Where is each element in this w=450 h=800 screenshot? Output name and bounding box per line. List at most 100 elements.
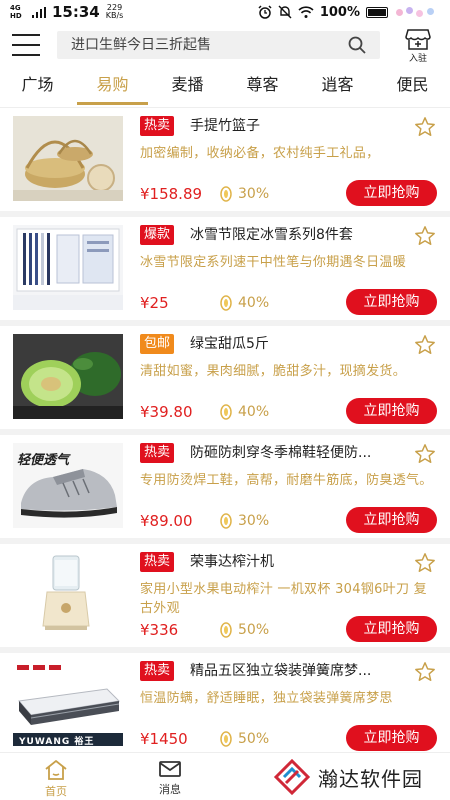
product-badge: 热卖 [140, 661, 175, 681]
nav-home-label: 首页 [45, 785, 67, 798]
store-icon [405, 29, 431, 50]
battery-icon [366, 6, 388, 18]
product-badge: 包邮 [140, 334, 175, 354]
favorite-star-icon[interactable] [414, 334, 436, 356]
product-badge: 爆款 [140, 225, 175, 245]
product-item[interactable]: 热卖 荣事达榨汁机 家用小型水果电动榨汁 一机双杯 304钢6叶刀 复古外观 ¥… [0, 544, 450, 653]
product-item[interactable]: 轻便透气 热卖 防砸防刺穿冬季棉鞋轻便防... 专用防烫焊工鞋，高帮，耐磨牛筋底… [0, 435, 450, 544]
product-rate: 40% [220, 402, 269, 422]
product-price: ¥39.80 [140, 403, 193, 421]
product-title[interactable]: 手提竹篮子 [190, 115, 412, 137]
product-title[interactable]: 荣事达榨汁机 [190, 551, 412, 573]
product-item[interactable]: YUWANG 裕王 热卖 精品五区独立袋装弹簧席梦... 恒温防螨，舒适睡眠，独… [0, 653, 450, 762]
product-image-caption: YUWANG 裕王 [19, 737, 95, 746]
top-header: 入驻 [0, 24, 450, 68]
product-title[interactable]: 冰雪节限定冰雪系列8件套 [190, 224, 412, 246]
product-list: 热卖 手提竹篮子 加密编制，收纳必备，农村纯手工礼品， ¥158.89 30% … [0, 108, 450, 762]
product-title[interactable]: 精品五区独立袋装弹簧席梦... [190, 660, 412, 682]
favorite-star-icon[interactable] [414, 225, 436, 247]
coin-icon [220, 295, 232, 311]
product-item[interactable]: 热卖 手提竹篮子 加密编制，收纳必备，农村纯手工礼品， ¥158.89 30% … [0, 108, 450, 217]
product-rate: 50% [220, 620, 269, 640]
product-rate: 40% [220, 293, 269, 313]
alarm-icon [258, 5, 272, 19]
product-badge: 热卖 [140, 116, 175, 136]
product-rate-value: 50% [238, 731, 270, 747]
search-bar[interactable] [57, 31, 380, 59]
product-price: ¥25 [140, 294, 169, 312]
product-price: ¥158.89 [140, 185, 203, 203]
watermark-logo-icon [273, 758, 311, 796]
product-badge: 热卖 [140, 443, 175, 463]
product-image-mattress[interactable]: YUWANG 裕王 [13, 661, 123, 746]
product-rate-value: 30% [238, 186, 270, 202]
favorite-star-icon[interactable] [414, 552, 436, 574]
product-image-bamboo-basket[interactable] [13, 116, 123, 201]
favorite-star-icon[interactable] [414, 661, 436, 683]
product-badge: 热卖 [140, 552, 175, 572]
product-description: 专用防烫焊工鞋，高帮，耐磨牛筋底，防臭透气。 [140, 473, 433, 488]
status-bar: 4G HD 15:34 229 KB/s 100% [0, 0, 450, 24]
tab-square[interactable]: 广场 [0, 68, 75, 107]
watermark: 瀚达软件园 [272, 753, 450, 800]
product-title[interactable]: 绿宝甜瓜5斤 [190, 333, 412, 355]
buy-now-button[interactable]: 立即抢购 [346, 289, 437, 315]
signal-icon [32, 6, 46, 18]
product-price: ¥336 [140, 621, 179, 639]
product-image-pen-set[interactable] [13, 225, 123, 310]
product-image-melon[interactable] [13, 334, 123, 419]
product-rate-value: 40% [238, 404, 270, 420]
network-type: 4G HD [10, 4, 22, 20]
search-icon[interactable] [348, 36, 366, 54]
envelope-icon [159, 761, 181, 777]
coin-icon [220, 186, 232, 202]
app-screen: 4G HD 15:34 229 KB/s 100% 进口生鲜今日三折起售 入驻 … [0, 0, 450, 800]
product-price: ¥1450 [140, 730, 188, 748]
product-rate-value: 40% [238, 295, 270, 311]
tab-travel[interactable]: 逍客 [300, 68, 375, 107]
product-image-safety-shoe[interactable]: 轻便透气 [13, 443, 123, 528]
watermark-text: 瀚达软件园 [318, 766, 423, 791]
speed-unit: KB/s [105, 11, 124, 20]
buy-now-button[interactable]: 立即抢购 [346, 725, 437, 751]
product-title[interactable]: 防砸防刺穿冬季棉鞋轻便防... [190, 442, 412, 464]
tab-vip[interactable]: 尊客 [225, 68, 300, 107]
favorite-star-icon[interactable] [414, 116, 436, 138]
product-item[interactable]: 包邮 绿宝甜瓜5斤 清甜如蜜，果肉细腻，脆甜多汁，现摘发货。 ¥39.80 40… [0, 326, 450, 435]
product-image-caption: 轻便透气 [17, 453, 70, 468]
bottom-navigation: 首页 消息 瀚达软件园 [0, 752, 450, 800]
buy-now-button[interactable]: 立即抢购 [346, 616, 437, 642]
coin-icon [220, 404, 232, 420]
tab-easy-buy[interactable]: 易购 [75, 68, 150, 107]
product-description: 加密编制，收纳必备，农村纯手工礼品， [140, 146, 380, 161]
coin-icon [220, 622, 232, 638]
product-rate-value: 50% [238, 622, 270, 638]
search-input[interactable] [71, 37, 341, 53]
product-rate: 30% [220, 184, 269, 204]
tab-services[interactable]: 便民 [375, 68, 450, 107]
product-item[interactable]: 爆款 冰雪节限定冰雪系列8件套 冰雪节限定系列速干中性笔与你期遇冬日温暖 ¥25… [0, 217, 450, 326]
favorite-star-icon[interactable] [414, 443, 436, 465]
product-description: 恒温防螨，舒适睡眠，独立袋装弹簧席梦思 [140, 691, 393, 706]
tab-live[interactable]: 麦播 [150, 68, 225, 107]
product-rate: 50% [220, 729, 269, 749]
product-description: 冰雪节限定系列速干中性笔与你期遇冬日温暖 [140, 255, 407, 270]
home-icon [45, 760, 67, 780]
nav-messages-label: 消息 [159, 783, 181, 796]
menu-button[interactable] [12, 34, 40, 56]
product-rate: 30% [220, 511, 269, 531]
nav-messages[interactable]: 消息 [140, 759, 200, 797]
product-image-juicer[interactable] [13, 552, 123, 637]
buy-now-button[interactable]: 立即抢购 [346, 507, 437, 533]
buy-now-button[interactable]: 立即抢购 [346, 398, 437, 424]
join-label: 入驻 [408, 54, 427, 64]
network-speed: 229 KB/s [106, 4, 124, 20]
decoration-icon [394, 5, 440, 19]
join-button[interactable]: 入驻 [400, 28, 436, 64]
buy-now-button[interactable]: 立即抢购 [346, 180, 437, 206]
nav-home[interactable]: 首页 [26, 759, 86, 799]
coin-icon [220, 513, 232, 529]
category-tabs: 广场 易购 麦播 尊客 逍客 便民 [0, 68, 450, 108]
battery-level: 100% [319, 4, 360, 20]
product-description: 清甜如蜜，果肉细腻，脆甜多汁，现摘发货。 [140, 364, 407, 379]
